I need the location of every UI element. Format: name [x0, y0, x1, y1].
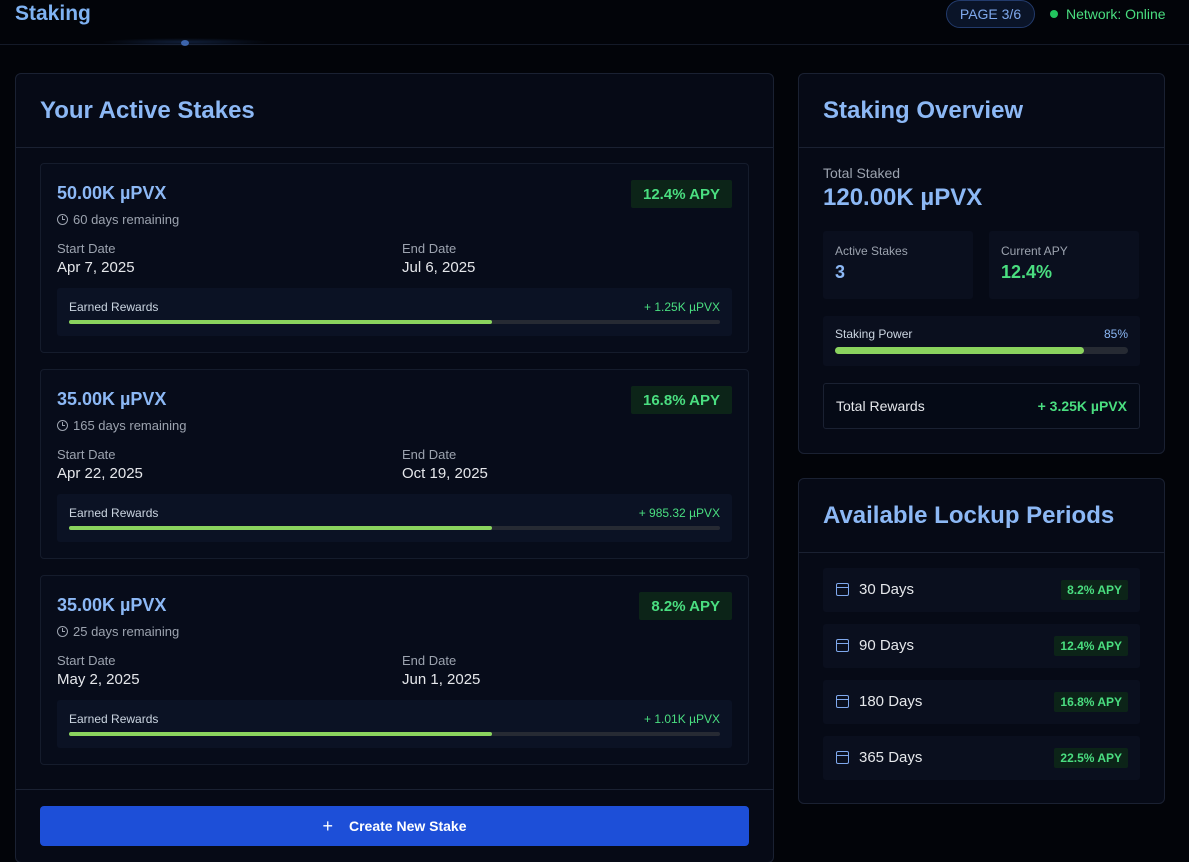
earned-rewards-value: + 1.25K µPVX — [644, 300, 720, 314]
staking-overview-panel: Staking Overview Total Staked 120.00K µP… — [798, 73, 1165, 454]
active-stakes-stat: Active Stakes 3 — [823, 231, 973, 299]
remaining-label: 60 days remaining — [73, 212, 180, 227]
rewards-progress-fill — [69, 732, 493, 736]
staking-power-label: Staking Power — [835, 327, 913, 341]
stake-remaining: 60 days remaining — [57, 212, 179, 227]
calendar-icon — [836, 751, 849, 764]
page-title: Staking — [15, 2, 91, 25]
stake-amount: 35.00K µPVX — [57, 595, 167, 615]
apy-badge: 12.4% APY — [1054, 636, 1128, 656]
end-date-label: End Date — [402, 447, 457, 462]
total-rewards-value: + 3.25K µPVX — [1037, 398, 1127, 414]
end-date: Jul 6, 2025 — [402, 259, 476, 276]
stat-label: Active Stakes — [835, 244, 908, 258]
rewards-progress-bar — [69, 732, 720, 736]
lockup-option-180[interactable]: 180 Days 16.8% APY — [823, 680, 1140, 724]
calendar-icon — [836, 695, 849, 708]
earned-rewards: Earned Rewards + 1.25K µPVX — [57, 288, 732, 336]
calendar-icon — [836, 639, 849, 652]
top-bar: Staking PAGE 3/6 Network: Online — [0, 0, 1189, 46]
footer-divider — [16, 789, 773, 790]
stake-amount: 35.00K µPVX — [57, 389, 167, 409]
network-status: Network: Online — [1050, 5, 1166, 23]
earned-rewards-label: Earned Rewards — [69, 712, 159, 726]
header-glow-dot — [181, 40, 189, 46]
total-rewards-label: Total Rewards — [836, 398, 925, 414]
end-date: Oct 19, 2025 — [402, 465, 488, 482]
lockup-label: 90 Days — [859, 637, 915, 654]
clock-icon — [57, 420, 68, 431]
total-staked-value: 120.00K µPVX — [823, 184, 983, 211]
calendar-icon — [836, 583, 849, 596]
total-staked-label: Total Staked — [823, 165, 901, 181]
staking-power-fill — [835, 347, 1085, 354]
apy-badge: 12.4% APY — [631, 180, 732, 208]
apy-badge: 8.2% APY — [639, 592, 732, 620]
active-stakes-panel: Your Active Stakes 50.00K µPVX 60 days r… — [15, 73, 774, 862]
end-date-label: End Date — [402, 653, 457, 668]
remaining-label: 25 days remaining — [73, 624, 180, 639]
staking-power: Staking Power 85% — [823, 316, 1140, 366]
lockup-option-30[interactable]: 30 Days 8.2% APY — [823, 568, 1140, 612]
end-date-label: End Date — [402, 241, 457, 256]
staking-power-value: 85% — [1103, 327, 1128, 341]
rewards-progress-fill — [69, 320, 493, 324]
apy-badge: 16.8% APY — [1054, 692, 1128, 712]
lockup-label: 30 Days — [859, 581, 915, 598]
create-stake-button[interactable]: + Create New Stake — [40, 806, 749, 846]
lockup-label: 365 Days — [859, 749, 923, 766]
start-date-label: Start Date — [57, 447, 116, 462]
stake-remaining: 25 days remaining — [57, 624, 179, 639]
panel-header: Staking Overview — [799, 74, 1164, 148]
page-indicator: PAGE 3/6 — [946, 0, 1035, 28]
panel-title: Your Active Stakes — [40, 96, 255, 124]
clock-icon — [57, 214, 68, 225]
panel-title: Available Lockup Periods — [823, 501, 1115, 529]
stake-card[interactable]: 35.00K µPVX 165 days remaining 16.8% APY… — [40, 369, 749, 559]
panel-header: Available Lockup Periods — [799, 479, 1164, 553]
stat-label: Current APY — [1001, 244, 1068, 258]
stake-card[interactable]: 35.00K µPVX 25 days remaining 8.2% APY S… — [40, 575, 749, 765]
panel-title: Staking Overview — [823, 96, 1024, 124]
start-date: Apr 7, 2025 — [57, 259, 135, 276]
end-date: Jun 1, 2025 — [402, 671, 481, 688]
start-date: Apr 22, 2025 — [57, 465, 143, 482]
lockup-label: 180 Days — [859, 693, 923, 710]
lockup-option-90[interactable]: 90 Days 12.4% APY — [823, 624, 1140, 668]
apy-badge: 8.2% APY — [1061, 580, 1128, 600]
clock-icon — [57, 626, 68, 637]
start-date-label: Start Date — [57, 653, 116, 668]
apy-badge: 22.5% APY — [1054, 748, 1128, 768]
start-date-label: Start Date — [57, 241, 116, 256]
rewards-progress-bar — [69, 526, 720, 530]
plus-icon: + — [322, 815, 333, 836]
earned-rewards: Earned Rewards + 1.01K µPVX — [57, 700, 732, 748]
stake-amount: 50.00K µPVX — [57, 183, 167, 203]
apy-badge: 16.8% APY — [631, 386, 732, 414]
earned-rewards-value: + 985.32 µPVX — [638, 506, 720, 520]
stake-card[interactable]: 50.00K µPVX 60 days remaining 12.4% APY … — [40, 163, 749, 353]
lockup-periods-panel: Available Lockup Periods 30 Days 8.2% AP… — [798, 478, 1165, 804]
status-dot-icon — [1050, 10, 1058, 18]
rewards-progress-bar — [69, 320, 720, 324]
stat-value: 3 — [835, 262, 846, 282]
total-rewards: Total Rewards + 3.25K µPVX — [823, 383, 1140, 429]
current-apy-stat: Current APY 12.4% — [989, 231, 1139, 299]
stake-remaining: 165 days remaining — [57, 418, 186, 433]
staking-power-bar — [835, 347, 1128, 354]
rewards-progress-fill — [69, 526, 493, 530]
earned-rewards: Earned Rewards + 985.32 µPVX — [57, 494, 732, 542]
stat-value: 12.4% — [1001, 262, 1053, 282]
remaining-label: 165 days remaining — [73, 418, 187, 433]
lockup-option-365[interactable]: 365 Days 22.5% APY — [823, 736, 1140, 780]
earned-rewards-value: + 1.01K µPVX — [644, 712, 720, 726]
earned-rewards-label: Earned Rewards — [69, 506, 159, 520]
create-stake-label: Create New Stake — [349, 818, 467, 834]
earned-rewards-label: Earned Rewards — [69, 300, 159, 314]
panel-header: Your Active Stakes — [16, 74, 773, 148]
start-date: May 2, 2025 — [57, 671, 140, 688]
network-status-label: Network: Online — [1066, 6, 1166, 22]
